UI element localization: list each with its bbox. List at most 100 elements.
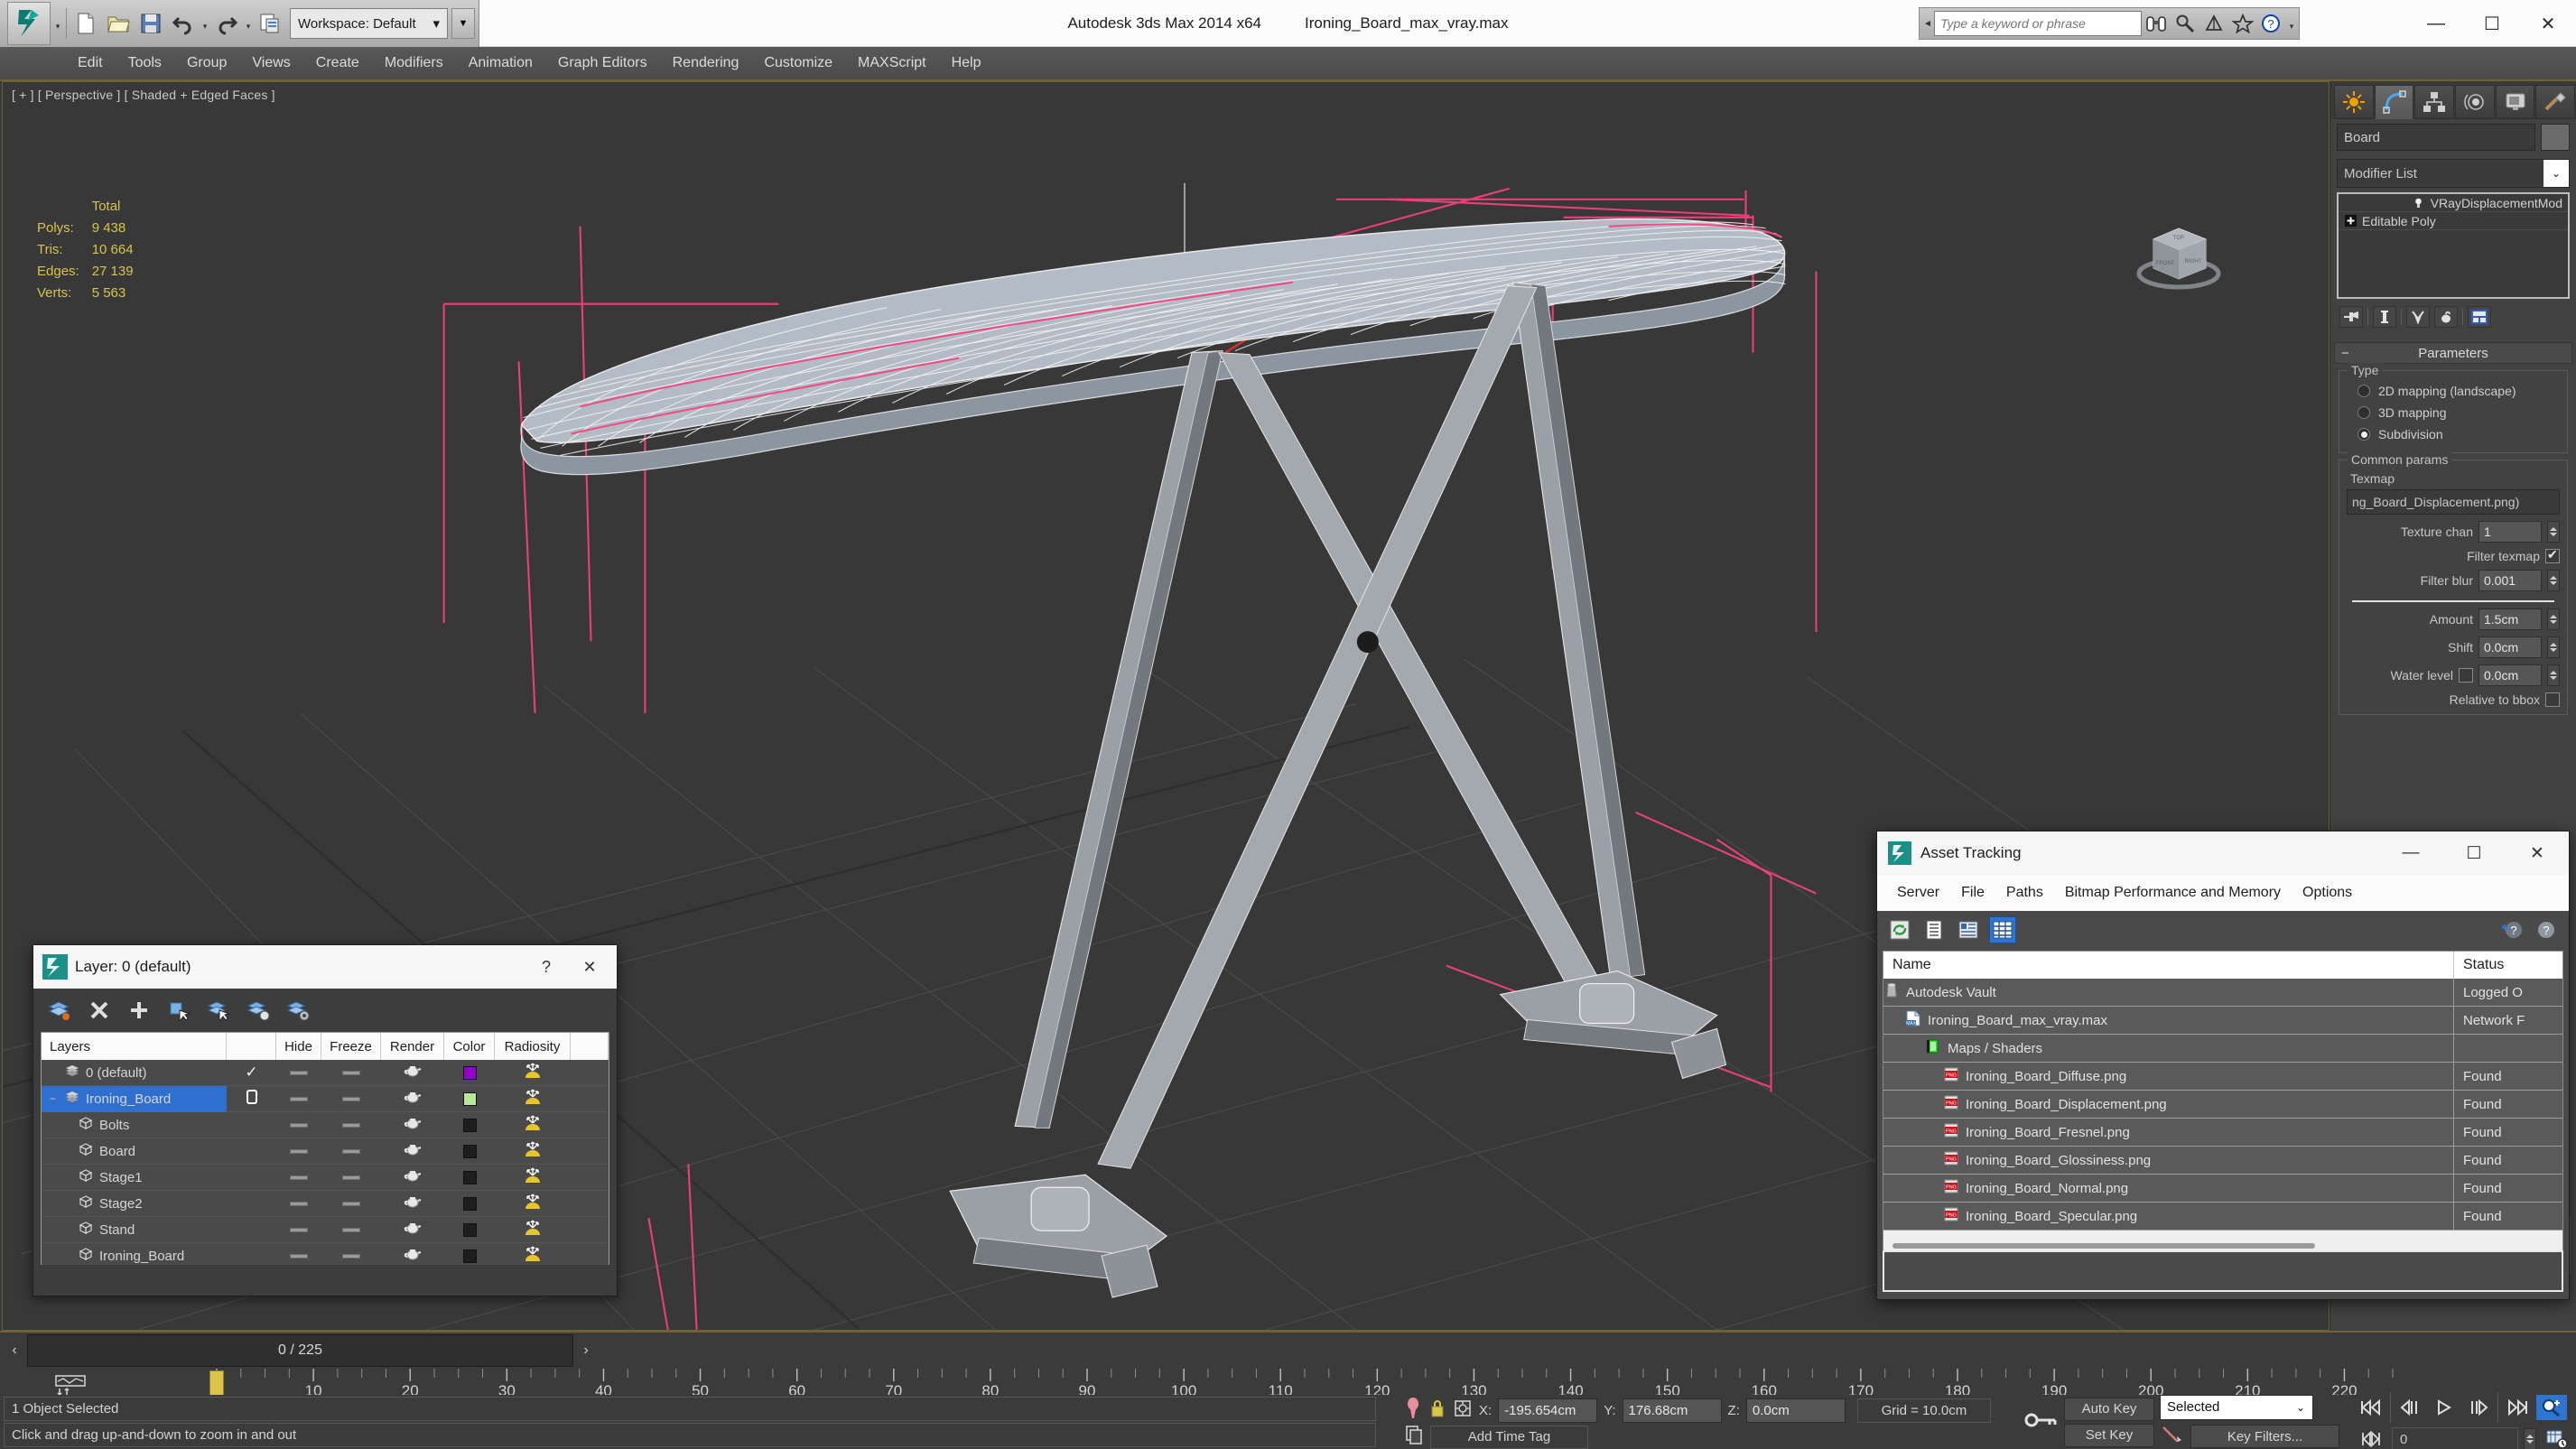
search-magnifier-icon[interactable] [2171,10,2199,37]
amount-spinner[interactable] [2547,608,2560,630]
layer-row[interactable]: Stand [42,1217,609,1243]
layer-color-cell[interactable] [444,1165,495,1191]
show-end-result-icon[interactable] [2373,306,2396,328]
layer-render-cell[interactable] [381,1217,444,1243]
menu-item-animation[interactable]: Animation [456,46,545,80]
pin-stack-icon[interactable] [2339,306,2363,328]
new-key-default-icon[interactable] [2160,1424,2183,1449]
layer-row[interactable]: Board [42,1138,609,1165]
add-layer-icon[interactable] [126,997,153,1024]
modify-tab-icon[interactable] [2374,85,2414,119]
asset-row[interactable]: PNG Ironing_Board_Diffuse.png Found [1883,1063,2562,1091]
relative-to-bbox-checkbox[interactable] [2545,692,2560,707]
list-view-icon[interactable] [1920,916,1948,943]
layer-color-cell[interactable] [444,1060,495,1086]
utilities-tab-icon[interactable] [2535,85,2576,119]
layer-dialog[interactable]: Layer: 0 (default) ? ✕ Layers Hide Freez… [33,944,618,1296]
menu-item-edit[interactable]: Edit [65,46,116,80]
asset-row[interactable]: Autodesk Vault Logged O [1883,979,2562,1007]
radio-subdivision[interactable]: Subdivision [2347,423,2560,445]
configure-sets-icon[interactable] [2468,306,2491,328]
key-mode-selector[interactable]: Selected ⌄ [2160,1394,2313,1420]
auto-key-button[interactable]: Auto Key [2064,1397,2154,1421]
layer-properties-icon[interactable] [284,997,312,1024]
remove-modifier-icon[interactable] [2434,306,2458,328]
radio-3d-mapping[interactable]: 3D mapping [2347,402,2560,423]
make-unique-icon[interactable] [2406,306,2430,328]
layer-hide-cell[interactable] [276,1165,321,1191]
key-filters-button[interactable]: Key Filters... [2190,1425,2339,1448]
texture-channel-input[interactable]: 1 [2478,521,2542,543]
layer-hide-cell[interactable] [276,1191,321,1217]
layer-hide-cell[interactable] [276,1112,321,1138]
go-to-end-icon[interactable] [2502,1395,2533,1420]
layer-color-cell[interactable] [444,1112,495,1138]
add-time-tag-button[interactable]: Add Time Tag [1430,1425,1588,1449]
asset-name-cell[interactable]: PNG Ironing_Board_Diffuse.png [1883,1063,2454,1090]
layer-current-cell[interactable] [227,1191,276,1217]
help-icon[interactable]: ? [2533,916,2560,943]
layer-current-cell[interactable] [227,1217,276,1243]
asset-name-cell[interactable]: PNG Ironing_Board_Fresnel.png [1883,1119,2454,1146]
menu-item-group[interactable]: Group [174,46,239,80]
layer-render-cell[interactable] [381,1060,444,1086]
shift-spinner[interactable] [2547,636,2560,658]
shift-input[interactable]: 0.0cm [2478,636,2542,658]
water-level-input[interactable]: 0.0cm [2478,664,2542,686]
layer-freeze-cell[interactable] [321,1060,381,1086]
asset-name-cell[interactable]: PNG Ironing_Board_Normal.png [1883,1175,2454,1202]
asset-name-cell[interactable]: Maps / Shaders [1883,1035,2454,1062]
menu-item-views[interactable]: Views [239,46,302,80]
modifier-stack[interactable]: VRayDisplacementMod Editable Poly [2337,192,2570,299]
redo-icon[interactable] [212,9,241,38]
column-color[interactable]: Color [444,1033,495,1060]
go-to-start-icon[interactable] [2356,1395,2386,1420]
menu-item-help[interactable]: Help [939,46,994,80]
layer-radiosity-cell[interactable] [495,1086,571,1112]
modifier-list-dropdown[interactable]: Modifier List ⌄ [2337,159,2570,188]
at-menu-server[interactable]: Server [1886,875,1950,911]
menu-item-create[interactable]: Create [303,46,372,80]
previous-frame-icon[interactable] [2395,1395,2425,1420]
layer-render-cell[interactable] [381,1191,444,1217]
layer-render-cell[interactable] [381,1138,444,1165]
filter-blur-input[interactable]: 0.001 [2478,570,2542,591]
current-frame-input[interactable]: 0 [2392,1427,2518,1449]
amount-input[interactable]: 1.5cm [2478,608,2542,630]
layer-row[interactable]: − Ironing_Board [42,1085,609,1112]
asset-tracking-close-button[interactable]: ✕ [2506,831,2569,875]
texture-channel-spinner[interactable] [2547,521,2560,543]
favorites-star-icon[interactable] [2228,10,2257,37]
layer-current-cell[interactable] [227,1138,276,1165]
asset-row[interactable]: PNG Ironing_Board_Specular.png Found [1883,1203,2562,1231]
hierarchy-tab-icon[interactable] [2414,85,2455,119]
asset-name-cell[interactable]: Autodesk Vault [1883,979,2454,1006]
absolute-mode-icon[interactable] [1453,1397,1473,1425]
app-menu-caret-icon[interactable]: ▾ [52,10,63,37]
help-icon[interactable]: ? [2257,10,2286,37]
next-frame-icon[interactable] [2463,1395,2494,1420]
save-file-icon[interactable] [136,9,165,38]
open-file-icon[interactable] [104,9,133,38]
texmap-button[interactable]: ng_Board_Displacement.png) [2347,489,2560,515]
search-input[interactable] [1934,11,2142,36]
layer-freeze-cell[interactable] [321,1086,381,1112]
layer-name-cell[interactable]: − Ironing_Board [42,1085,227,1112]
layer-name-cell[interactable]: Board [42,1138,227,1165]
column-hide[interactable]: Hide [276,1033,321,1060]
at-menu-file[interactable]: File [1950,875,1995,911]
copy-time-tag-icon[interactable] [1404,1424,1424,1449]
layer-name-cell[interactable]: Bolts [42,1112,227,1138]
column-name[interactable]: Name [1883,952,2454,979]
menu-item-graph-editors[interactable]: Graph Editors [545,46,660,80]
set-key-button[interactable]: Set Key [2064,1423,2154,1447]
layer-freeze-cell[interactable] [321,1165,381,1191]
layer-freeze-cell[interactable] [321,1112,381,1138]
layer-hide-cell[interactable] [276,1086,321,1112]
layer-row[interactable]: Bolts [42,1112,609,1138]
new-file-icon[interactable] [71,9,100,38]
modifier-stack-item-vraydisplacement[interactable]: VRayDisplacementMod [2339,194,2568,212]
chevron-left-icon[interactable]: ◄ [1921,19,1934,29]
plus-box-icon[interactable] [2344,215,2357,228]
layer-color-cell[interactable] [444,1191,495,1217]
